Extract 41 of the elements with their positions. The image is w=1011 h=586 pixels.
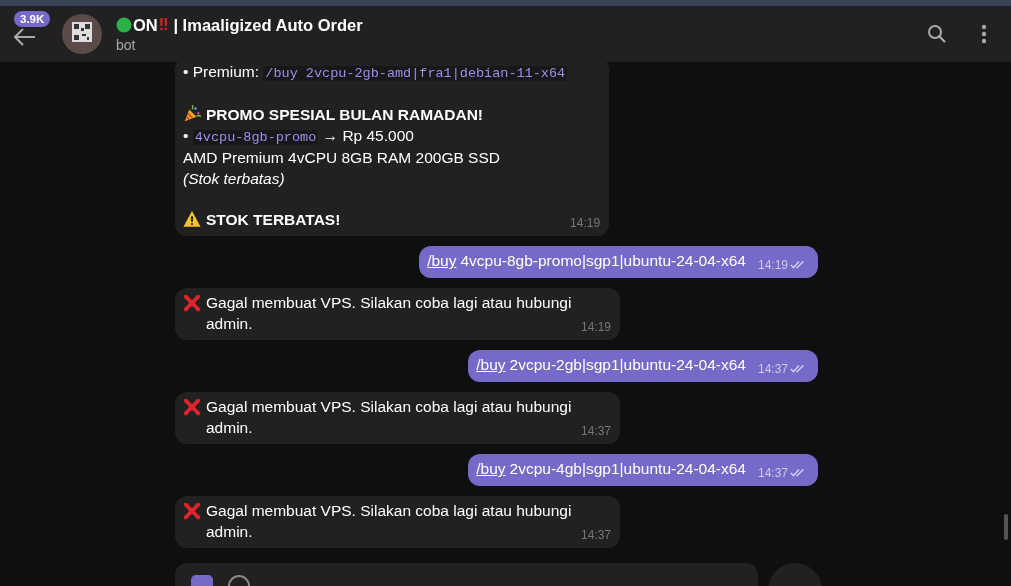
code-snippet[interactable]: 4vcpu-8gb-promo <box>192 129 319 145</box>
message-time: 14:37 <box>580 422 611 440</box>
chat-subtitle: bot <box>116 36 137 53</box>
message-text: 2vcpu-2gb|sgp1|ubuntu-24-04-x64 <box>509 355 746 376</box>
message-text: PROMO SPESIAL BULAN RAMADAN! <box>206 106 483 123</box>
chat-status: ON <box>133 15 158 35</box>
message-text: • <box>183 126 190 144</box>
cross-icon <box>183 294 201 312</box>
search-icon[interactable] <box>927 24 947 44</box>
message-time: 14:37 <box>757 361 788 376</box>
message-text: 2vcpu-4gb|sgp1|ubuntu-24-04-x64 <box>509 459 746 480</box>
status-dot-icon <box>116 17 132 33</box>
message-text: 4vcpu-8gb-promo|sgp1|ubuntu-24-04-x64 <box>460 251 746 272</box>
message-text: AMD Premium 4vCPU 8GB RAM 200GB SSD <box>183 149 500 166</box>
message-text: STOK TERBATAS! <box>206 210 341 228</box>
cross-icon <box>183 502 201 520</box>
message-text: → Rp 45.000 <box>321 126 414 144</box>
message-time: 14:37 <box>757 465 788 480</box>
message-text: Gagal membuat VPS. Silakan coba lagi atau hubungi admin. <box>206 293 573 334</box>
message-time: 14:19 <box>757 257 788 272</box>
message-text: Gagal membuat VPS. Silakan coba lagi atau hubungi admin. <box>206 397 573 438</box>
back-arrow-icon[interactable] <box>14 28 36 46</box>
cross-icon <box>183 398 201 416</box>
scrollbar[interactable] <box>1004 514 1008 540</box>
more-options-icon[interactable] <box>981 24 987 44</box>
command-link[interactable]: /buy <box>427 251 457 272</box>
command-link[interactable]: /buy <box>476 355 506 376</box>
code-snippet[interactable]: /buy 2vcpu-2gb-amd|fra1|debian-11-x64 <box>263 66 568 81</box>
message-text: (Stok terbatas) <box>183 169 285 187</box>
message-text: Gagal membuat VPS. Silakan coba lagi atau hubungi admin. <box>206 501 573 542</box>
unread-badge: 3.9K <box>14 11 51 27</box>
avatar-icon[interactable] <box>62 14 102 54</box>
warning-icon <box>183 209 201 228</box>
chat-title: | Imaaligized Auto Order <box>173 15 363 35</box>
command-link[interactable]: /buy <box>476 459 506 480</box>
exclamation-mark: ‼ <box>158 16 169 34</box>
message-time: 14:19 <box>580 318 611 336</box>
message-time: 14:19 <box>570 214 601 232</box>
party-popper-icon <box>183 105 201 123</box>
message-text: • Premium: <box>183 63 261 80</box>
message-time: 14:37 <box>580 526 611 544</box>
